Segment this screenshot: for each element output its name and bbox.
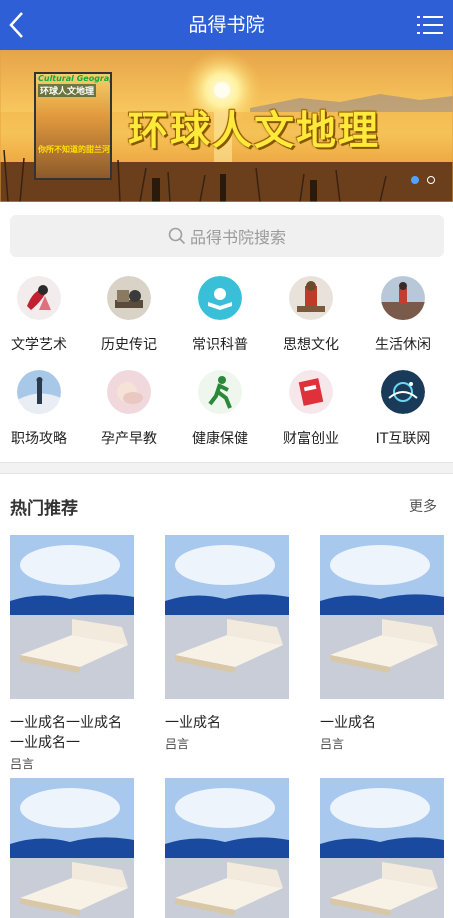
search-bar[interactable]: 品得书院搜索 <box>10 215 444 257</box>
book-cover-image <box>165 535 289 699</box>
magazine-top-text: Cultural Geography <box>38 74 110 83</box>
book-card[interactable]: 一业成名一业成名一业成名一 吕言 <box>10 535 134 772</box>
magazine-title: 环球人文地理 <box>38 84 97 97</box>
book-card[interactable] <box>10 778 134 918</box>
thought-culture-icon <box>289 276 333 320</box>
book-card[interactable] <box>165 778 289 918</box>
book-cover-image <box>10 535 134 699</box>
history-biography-icon <box>107 276 151 320</box>
carousel-dot-1[interactable] <box>411 176 419 184</box>
book-author: 吕言 <box>320 737 345 751</box>
book-card[interactable]: 一业成名 吕言 <box>320 535 444 752</box>
more-link[interactable]: 更多 <box>409 496 437 516</box>
book-title: 一业成名 <box>165 715 221 731</box>
category-thought-culture[interactable]: 思想文化 <box>266 276 356 354</box>
category-label: 历史传记 <box>101 337 157 353</box>
baby-education-icon <box>107 370 151 414</box>
category-label: 文学艺术 <box>11 337 67 353</box>
book-title: 一业成名一业成名一业成名一 <box>10 715 122 751</box>
category-label: 常识科普 <box>192 337 248 353</box>
category-label: 健康保健 <box>192 431 248 447</box>
book-title: 一业成名 <box>320 715 376 731</box>
book-cover-image <box>320 778 444 918</box>
category-label: 财富创业 <box>283 431 339 447</box>
book-author: 吕言 <box>10 757 35 771</box>
book-card[interactable] <box>320 778 444 918</box>
search-placeholder: 品得书院搜索 <box>189 228 286 247</box>
book-cover-image <box>165 778 289 918</box>
magazine-cover: Cultural Geography 环球人文地理 你所不知道的甜兰河 <box>34 72 112 180</box>
book-card[interactable]: 一业成名 吕言 <box>165 535 289 752</box>
category-label: IT互联网 <box>375 431 431 447</box>
health-icon <box>198 370 242 414</box>
science-icon <box>198 276 242 320</box>
category-label: 思想文化 <box>283 337 339 353</box>
category-it-internet[interactable]: IT互联网 <box>358 370 448 448</box>
book-cover-image <box>10 778 134 918</box>
category-label: 生活休闲 <box>375 337 431 353</box>
banner-headline: 环球人文地理 <box>128 107 380 154</box>
category-label: 职场攻略 <box>11 431 67 447</box>
category-health[interactable]: 健康保健 <box>175 370 265 448</box>
it-internet-icon <box>381 370 425 414</box>
search-icon <box>168 227 186 245</box>
magazine-subtitle: 你所不知道的甜兰河 <box>38 145 110 154</box>
carousel-dot-2[interactable] <box>427 176 435 184</box>
category-literature-art[interactable]: 文学艺术 <box>0 276 84 354</box>
category-label: 孕产早教 <box>101 431 157 447</box>
wealth-icon <box>289 370 333 414</box>
section-divider <box>0 462 453 474</box>
book-cover-image <box>320 535 444 699</box>
carousel-dots <box>411 176 435 184</box>
page-title: 品得书院 <box>188 14 265 36</box>
literature-art-icon <box>17 276 61 320</box>
category-history-biography[interactable]: 历史传记 <box>84 276 174 354</box>
category-science[interactable]: 常识科普 <box>175 276 265 354</box>
category-leisure[interactable]: 生活休闲 <box>358 276 448 354</box>
app-header: 品得书院 <box>0 0 453 50</box>
category-baby-education[interactable]: 孕产早教 <box>84 370 174 448</box>
section-title: 热门推荐 <box>10 499 78 519</box>
category-career[interactable]: 职场攻略 <box>0 370 84 448</box>
banner-carousel[interactable]: Cultural Geography 环球人文地理 你所不知道的甜兰河 环球人文… <box>0 50 453 202</box>
list-menu-icon[interactable] <box>417 14 443 36</box>
category-wealth[interactable]: 财富创业 <box>266 370 356 448</box>
book-author: 吕言 <box>165 737 190 751</box>
leisure-icon <box>381 276 425 320</box>
career-icon <box>17 370 61 414</box>
